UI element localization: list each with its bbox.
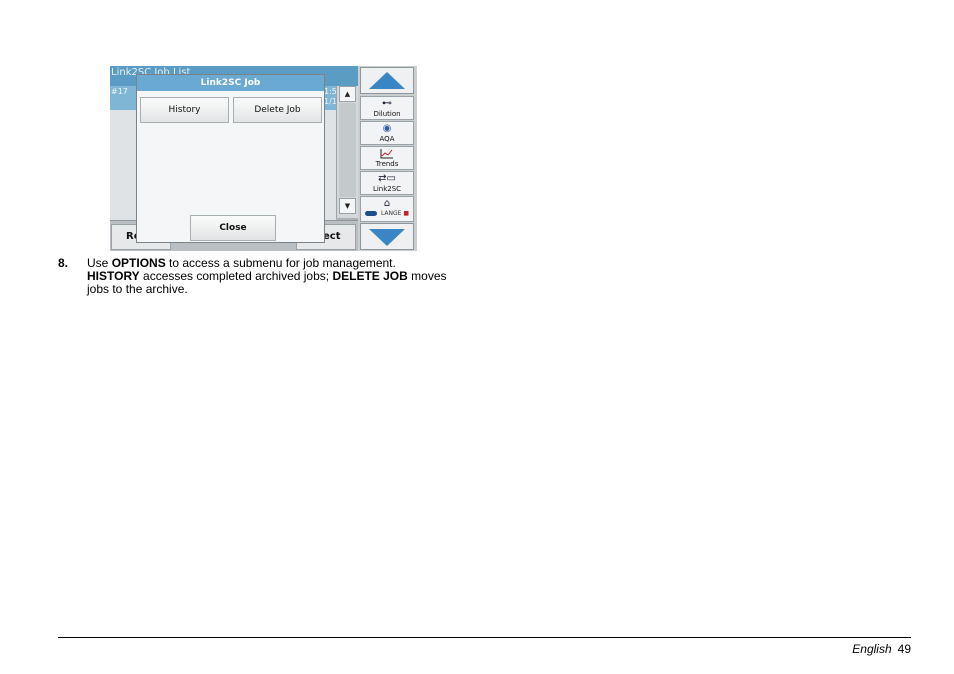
- aqa-icon: ◉: [382, 123, 392, 134]
- trends-button[interactable]: Trends: [360, 146, 414, 170]
- step-text-3: accesses completed archived jobs;: [139, 269, 333, 283]
- dilution-label: Dilution: [373, 110, 401, 118]
- lange-square-icon: ■: [403, 210, 410, 217]
- home-button[interactable]: ⌂ LANGE ■: [360, 196, 414, 222]
- nav-up-button[interactable]: [360, 67, 414, 94]
- lange-logo-text: LANGE: [380, 210, 402, 217]
- arrow-up-icon: [369, 72, 405, 89]
- step-bold-options: OPTIONS: [111, 256, 166, 270]
- link2sc-job-dialog: Link2SC Job History Delete Job Close: [136, 74, 325, 243]
- list-scrollbar[interactable]: ▲ ▼: [336, 86, 359, 218]
- footer-language: English: [852, 642, 892, 656]
- step-text: Use OPTIONS to access a submenu for job …: [87, 257, 447, 296]
- nav-down-button[interactable]: [360, 223, 414, 250]
- step-bold-delete-job: DELETE JOB: [332, 269, 408, 283]
- dilution-icon: ⊷: [382, 98, 392, 109]
- trends-label: Trends: [375, 160, 399, 168]
- side-panel: ⊷ Dilution ◉ AQA Trends ⇄▭ Link2SC ⌂ LAN…: [358, 66, 417, 251]
- dilution-button[interactable]: ⊷ Dilution: [360, 96, 414, 120]
- link2sc-label: Link2SC: [372, 185, 402, 193]
- hach-logo: [364, 211, 377, 216]
- job-row-page: 1/1: [324, 97, 337, 106]
- step-bold-history: HISTORY: [87, 269, 140, 283]
- step-text-2: to access a submenu for job management.: [165, 256, 396, 270]
- caret-up-icon: ▲: [344, 90, 351, 98]
- dialog-title: Link2SC Job: [137, 75, 324, 91]
- aqa-button[interactable]: ◉ AQA: [360, 121, 414, 145]
- device-screenshot: Link2SC Job List #17 1:50 1/1 ▲ ▼ Re ect…: [110, 66, 417, 251]
- arrow-down-icon: [369, 229, 405, 246]
- scroll-track[interactable]: [339, 103, 356, 197]
- scroll-down-button[interactable]: ▼: [339, 198, 356, 214]
- history-button[interactable]: History: [140, 97, 229, 123]
- home-icon: ⌂: [383, 198, 391, 209]
- footer-divider: [58, 637, 911, 638]
- trends-chart-icon: [380, 149, 393, 159]
- page-number: 49: [897, 642, 911, 656]
- aqa-label: AQA: [379, 135, 395, 143]
- caret-down-icon: ▼: [344, 202, 351, 210]
- close-button[interactable]: Close: [190, 215, 276, 241]
- link2sc-button[interactable]: ⇄▭ Link2SC: [360, 171, 414, 195]
- delete-job-button[interactable]: Delete Job: [233, 97, 322, 123]
- job-row-id: #17: [111, 87, 128, 96]
- scroll-up-button[interactable]: ▲: [339, 86, 356, 102]
- link2sc-icon: ⇄▭: [378, 173, 396, 184]
- page-footer: English 49: [852, 642, 911, 656]
- step-number: 8.: [58, 256, 69, 270]
- brand-logos: LANGE ■: [361, 210, 413, 218]
- trends-icon: [361, 148, 413, 160]
- step-text-1: Use: [87, 256, 112, 270]
